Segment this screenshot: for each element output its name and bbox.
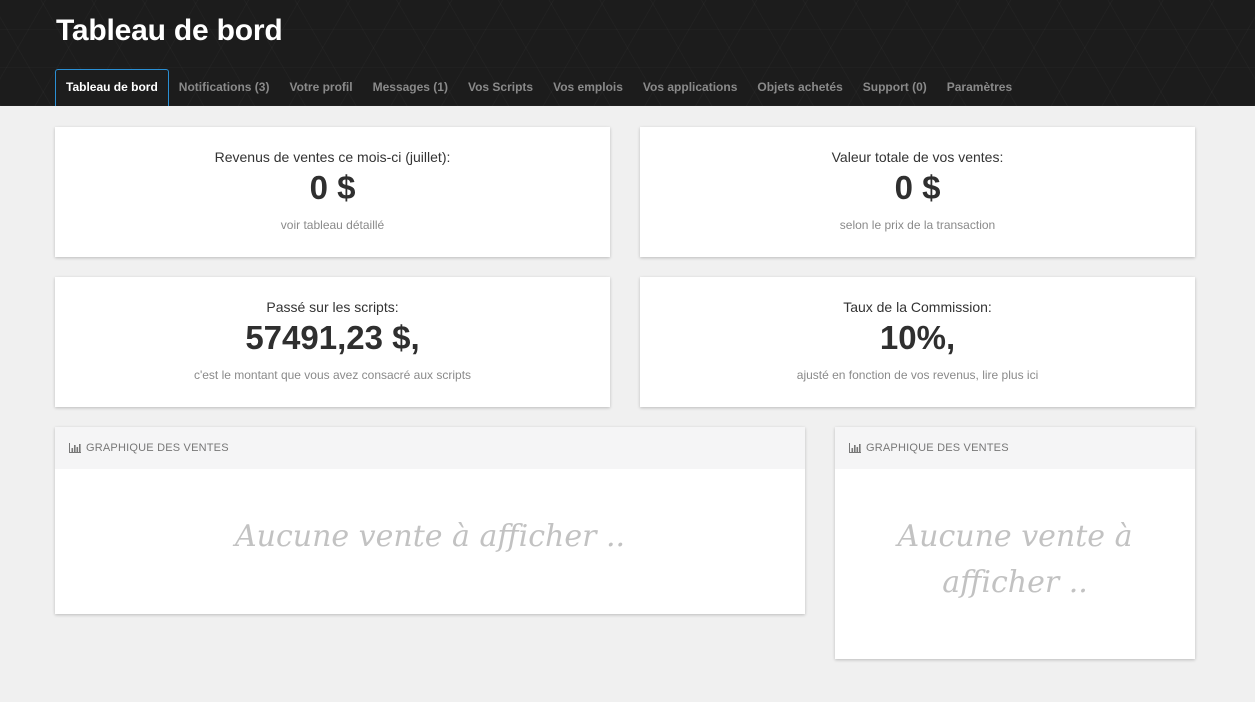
total-sales-value: 0 $	[894, 169, 941, 206]
sales-chart-side-empty-message: Aucune vente à afficher ..	[835, 514, 1195, 606]
sales-chart-header: GRAPHIQUE DES VENTES	[55, 427, 805, 469]
empty-message-line-2: afficher ..	[942, 565, 1088, 600]
commission-read-more-link[interactable]: ajusté en fonction de vos revenus, lire …	[640, 368, 1195, 382]
tab-purchased-items[interactable]: Objets achetés	[747, 69, 852, 106]
bar-chart-icon	[849, 443, 861, 453]
empty-message-line-1: Aucune vente à	[897, 519, 1133, 554]
page-title: Tableau de bord	[56, 14, 283, 47]
total-sales-card: Valeur totale de vos ventes: 0 $ selon l…	[640, 127, 1195, 257]
spent-card: Passé sur les scripts: 57491,23 $, c'est…	[55, 277, 610, 407]
sales-chart-title: GRAPHIQUE DES VENTES	[86, 442, 229, 454]
spent-value: 57491,23 $,	[245, 319, 420, 356]
tab-profile[interactable]: Votre profil	[279, 69, 362, 106]
sales-chart-empty-message: Aucune vente à afficher ..	[234, 519, 626, 554]
commission-value: 10%,	[879, 319, 956, 356]
sales-chart-side-panel: GRAPHIQUE DES VENTES Aucune vente à affi…	[835, 427, 1195, 659]
tab-jobs[interactable]: Vos emplois	[543, 69, 633, 106]
revenue-label: Revenus de ventes ce mois-ci (juillet):	[214, 149, 451, 165]
revenue-value: 0 $	[309, 169, 356, 206]
spent-note: c'est le montant que vous avez consacré …	[193, 368, 472, 382]
tab-notifications[interactable]: Notifications (3)	[169, 69, 280, 106]
spent-label: Passé sur les scripts:	[266, 299, 399, 315]
commission-label: Taux de la Commission:	[843, 299, 992, 315]
tab-bar: Tableau de bord Notifications (3) Votre …	[55, 69, 1022, 106]
commission-card: Taux de la Commission: 10%, ajusté en fo…	[640, 277, 1195, 407]
revenue-detail-link[interactable]: voir tableau détaillé	[55, 218, 610, 232]
tab-messages[interactable]: Messages (1)	[363, 69, 458, 106]
sales-chart-panel: GRAPHIQUE DES VENTES Aucune vente à affi…	[55, 427, 805, 614]
bar-chart-icon	[69, 443, 81, 453]
revenue-card: Revenus de ventes ce mois-ci (juillet): …	[55, 127, 610, 257]
header: Tableau de bord Tableau de bord Notifica…	[0, 0, 1255, 106]
sales-chart-side-header: GRAPHIQUE DES VENTES	[835, 427, 1195, 469]
total-sales-note: selon le prix de la transaction	[839, 218, 996, 232]
tab-settings[interactable]: Paramètres	[937, 69, 1022, 106]
tab-dashboard[interactable]: Tableau de bord	[55, 69, 169, 106]
tab-scripts[interactable]: Vos Scripts	[458, 69, 543, 106]
total-sales-label: Valeur totale de vos ventes:	[831, 149, 1004, 165]
tab-support[interactable]: Support (0)	[853, 69, 937, 106]
sales-chart-side-title: GRAPHIQUE DES VENTES	[866, 442, 1009, 454]
tab-applications[interactable]: Vos applications	[633, 69, 747, 106]
